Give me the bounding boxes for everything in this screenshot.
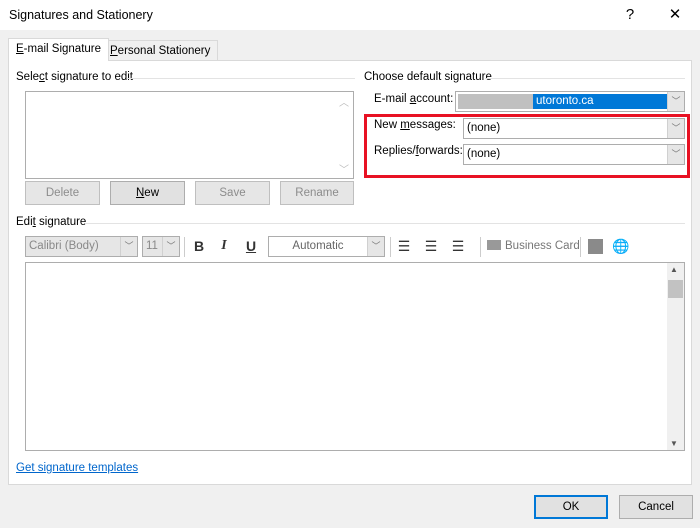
- align-right-icon[interactable]: ☰: [449, 238, 467, 255]
- default-signature-label: Choose default signature: [364, 71, 492, 83]
- select-signature-label: Select signature to edit: [16, 71, 134, 83]
- chevron-down-icon[interactable]: ﹀: [667, 92, 684, 111]
- divider: [127, 78, 355, 79]
- scroll-up-icon[interactable]: ▲: [670, 265, 678, 274]
- help-button[interactable]: ?: [615, 4, 645, 26]
- replies-forwards-select[interactable]: (none) ﹀: [463, 144, 685, 165]
- new-messages-label: New messages:: [374, 119, 456, 131]
- business-card-button[interactable]: Business Card: [487, 240, 580, 252]
- chevron-down-icon[interactable]: ﹀: [120, 237, 137, 256]
- scroll-down-icon[interactable]: ﹀: [339, 161, 349, 176]
- divider: [85, 223, 685, 224]
- email-account-label: E-mail account:: [374, 93, 454, 105]
- scroll-thumb[interactable]: [668, 280, 683, 298]
- chevron-down-icon[interactable]: ﹀: [667, 145, 684, 164]
- signature-templates-link[interactable]: Get signature templates: [16, 462, 138, 474]
- tab-label: -mail Signature: [23, 43, 102, 55]
- save-button[interactable]: Save: [195, 181, 270, 205]
- separator: [580, 237, 581, 257]
- replies-forwards-label: Replies/forwards:: [374, 145, 463, 157]
- rename-button[interactable]: Rename: [280, 181, 354, 205]
- separator: [184, 237, 185, 257]
- email-account-select[interactable]: utoronto.ca ﹀: [455, 91, 685, 112]
- hyperlink-icon[interactable]: 🌐: [612, 238, 630, 255]
- font-color-select[interactable]: Automatic ﹀: [268, 236, 385, 257]
- italic-button[interactable]: I: [215, 238, 233, 254]
- tab-label-key: P: [110, 45, 118, 57]
- bold-button[interactable]: B: [190, 238, 208, 254]
- tab-email-signature[interactable]: E-mail Signature: [8, 38, 110, 61]
- redacted-area: [458, 94, 533, 109]
- close-button[interactable]: ✕: [660, 4, 690, 26]
- signature-editor[interactable]: ▲ ▼: [25, 262, 685, 451]
- scroll-down-icon[interactable]: ▼: [670, 439, 678, 448]
- new-messages-select[interactable]: (none) ﹀: [463, 118, 685, 139]
- tab-personal-stationery[interactable]: Personal Stationery: [102, 40, 219, 61]
- tab-label: ersonal Stationery: [117, 45, 211, 57]
- underline-button[interactable]: U: [242, 238, 260, 254]
- title-bar: Signatures and Stationery ? ✕: [0, 0, 700, 30]
- align-left-icon[interactable]: ☰: [395, 238, 413, 255]
- ok-button[interactable]: OK: [534, 495, 608, 519]
- tab-label-key: E: [16, 43, 24, 55]
- business-card-icon: [487, 240, 501, 250]
- window-title: Signatures and Stationery: [9, 8, 153, 22]
- font-size-select[interactable]: 11 ﹀: [142, 236, 180, 257]
- email-account-value: utoronto.ca: [536, 95, 594, 107]
- divider: [485, 78, 685, 79]
- chevron-down-icon[interactable]: ﹀: [162, 237, 179, 256]
- cancel-button[interactable]: Cancel: [619, 495, 693, 519]
- scroll-up-icon[interactable]: ︿: [339, 94, 349, 109]
- chevron-down-icon[interactable]: ﹀: [667, 119, 684, 138]
- delete-button[interactable]: Delete: [25, 181, 100, 205]
- font-select[interactable]: Calibri (Body) ﹀: [25, 236, 138, 257]
- align-center-icon[interactable]: ☰: [422, 238, 440, 255]
- new-button[interactable]: New: [110, 181, 185, 205]
- scrollbar[interactable]: ▲ ▼: [667, 263, 684, 450]
- separator: [480, 237, 481, 257]
- edit-signature-label: Edit signature: [16, 216, 87, 228]
- signature-list[interactable]: ︿ ﹀: [25, 91, 354, 179]
- chevron-down-icon[interactable]: ﹀: [367, 237, 384, 256]
- business-card-label: Business Card: [505, 240, 580, 252]
- separator: [390, 237, 391, 257]
- insert-picture-icon[interactable]: [588, 239, 603, 254]
